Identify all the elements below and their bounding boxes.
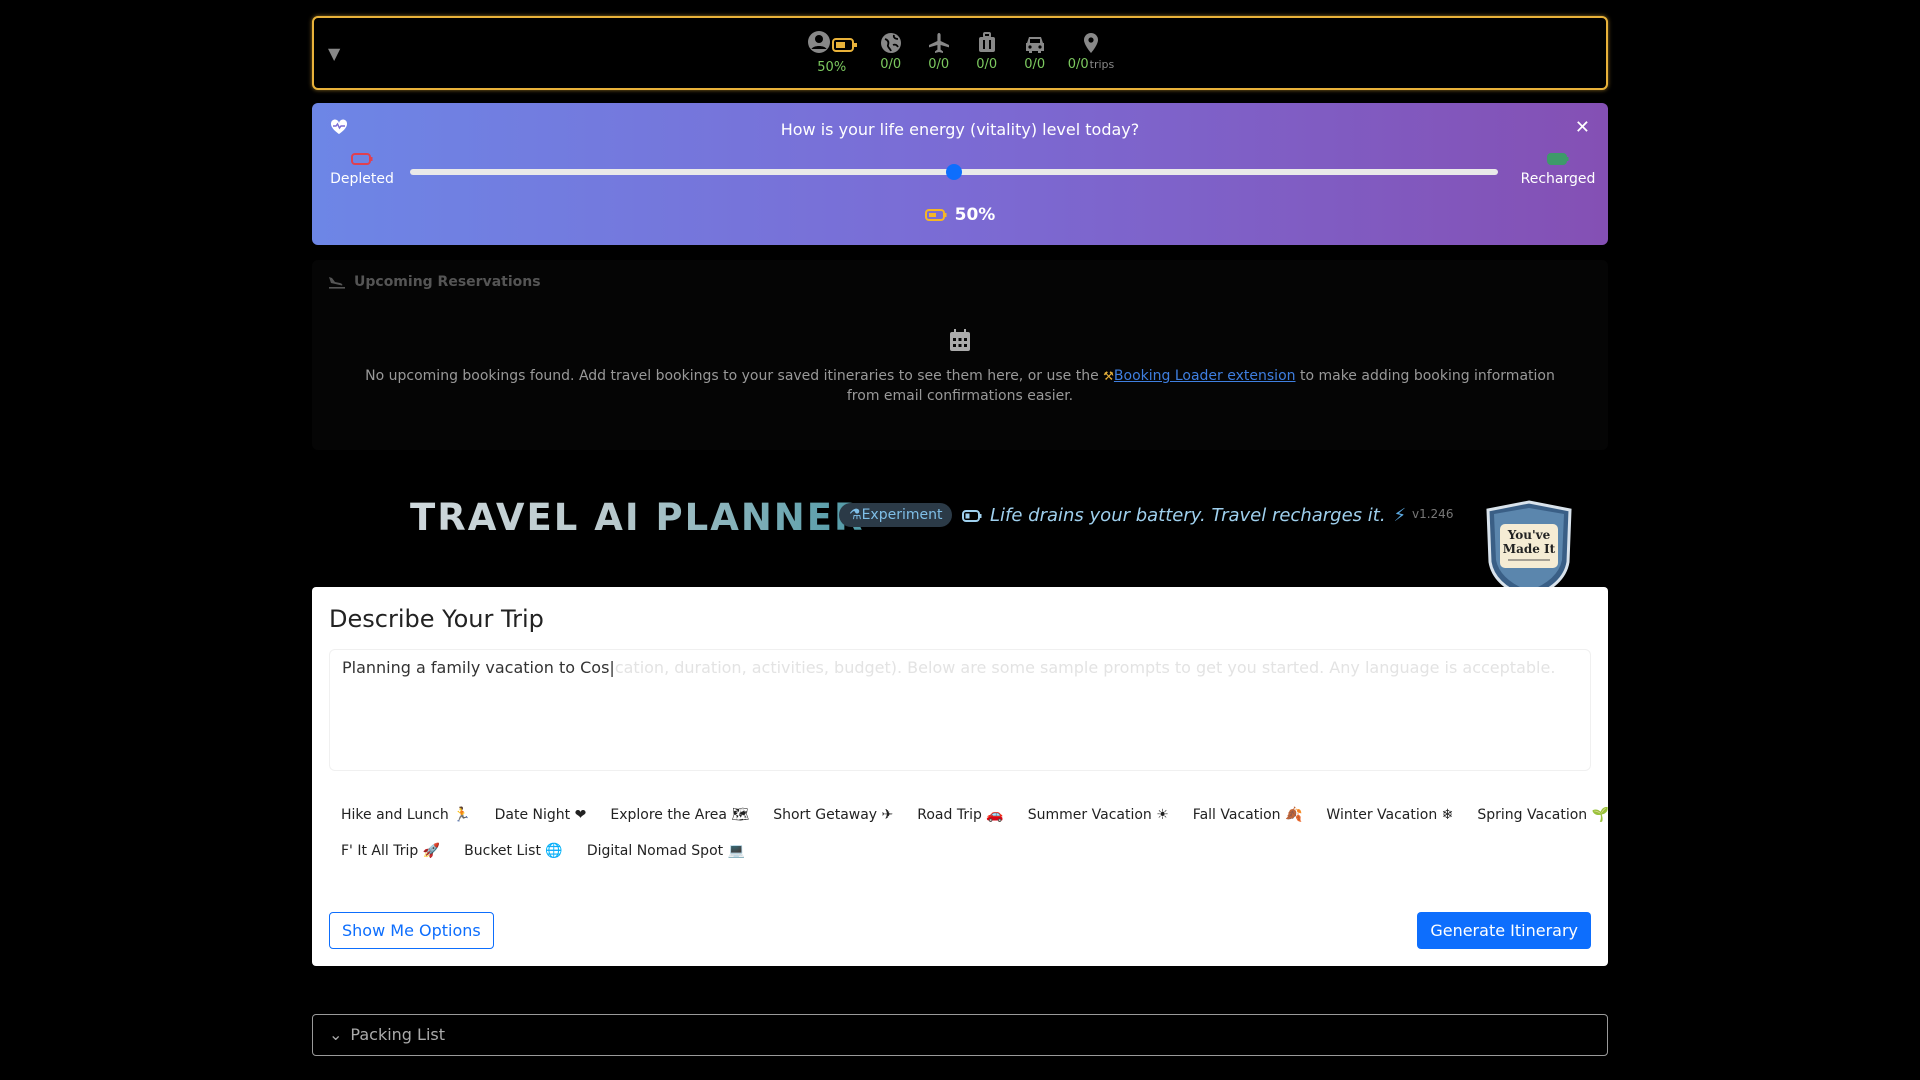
flask-icon: ⚗ (849, 507, 862, 523)
describe-trip-card: Describe Your Trip Planning a family vac… (312, 587, 1609, 966)
reservations-panel: Upcoming Reservations No upcoming bookin… (312, 260, 1608, 450)
countries-count: 0/0 (880, 57, 902, 72)
battery-empty-icon (351, 153, 373, 165)
battery-half-icon (831, 38, 857, 52)
sample-prompts: Hike and Lunch 🏃 Date Night ❤ Explore the … (329, 804, 1609, 876)
stats-bar: ▼ 50% 0/0 0/0 0/0 0/0 0/0trips (312, 16, 1608, 90)
depleted-end[interactable]: Depleted (322, 153, 402, 187)
sample-prompt-chip[interactable]: Summer Vacation ☀ (1016, 804, 1181, 826)
battery-low-icon (962, 509, 982, 522)
vitality-level: 50% (312, 205, 1608, 225)
trip-description-input[interactable]: Planning a family vacation to Cos|cation… (329, 649, 1591, 771)
packing-list-label: Packing List (350, 1025, 445, 1044)
car-icon (1025, 37, 1044, 53)
booking-loader-link[interactable]: Booking Loader extension (1114, 368, 1296, 384)
no-bookings-message: No upcoming bookings found. Add travel b… (365, 368, 1555, 404)
trips-suffix: trips (1089, 58, 1115, 71)
depleted-label: Depleted (330, 171, 394, 187)
vitality-slider[interactable] (410, 164, 1498, 180)
trips-stat[interactable]: 0/0trips (1067, 28, 1115, 75)
sample-prompt-chip[interactable]: Explore the Area 🗺 (598, 804, 761, 826)
globe-icon (880, 33, 901, 53)
flights-stat[interactable]: 0/0 (924, 28, 954, 75)
trips-count: 0/0trips (1067, 57, 1115, 72)
sample-prompt-chip[interactable]: Spring Vacation 🌱 (1465, 804, 1621, 826)
version-label: v1.246 (1412, 507, 1454, 521)
sample-prompt-chip[interactable]: Hike and Lunch 🏃 (329, 804, 483, 826)
sample-prompt-chip[interactable]: Short Getaway ✈ (761, 804, 905, 826)
svg-text:Made It: Made It (1503, 542, 1556, 556)
show-options-button[interactable]: Show Me Options (329, 912, 494, 949)
flights-count: 0/0 (928, 57, 950, 72)
cars-count: 0/0 (1024, 57, 1046, 72)
plane-landing-icon (329, 277, 345, 289)
app-header: TRAVEL AI PLANNER ⚗Experiment Life drain… (312, 490, 1608, 600)
vitality-slider-thumb[interactable] (946, 164, 962, 180)
packing-list-accordion[interactable]: ⌄ Packing List (312, 1014, 1608, 1056)
app-title: TRAVEL AI PLANNER (410, 496, 865, 539)
sample-prompt-chip[interactable]: Date Night ❤ (483, 804, 599, 826)
close-icon[interactable]: ✕ (1575, 117, 1590, 138)
sample-prompt-chip[interactable]: Bucket List 🌐 (452, 840, 575, 862)
sample-prompt-chip[interactable]: Winter Vacation ❄ (1314, 804, 1465, 826)
lightning-icon: ⚡ (1393, 505, 1407, 526)
experiment-badge: ⚗Experiment (839, 503, 953, 527)
sample-prompt-chip[interactable]: F' It All Trip 🚀 (329, 840, 452, 862)
sample-prompt-chip[interactable]: Road Trip 🚗 (905, 804, 1016, 826)
vitality-panel: How is your life energy (vitality) level… (312, 103, 1608, 245)
vitality-question: How is your life energy (vitality) level… (780, 120, 1140, 139)
airplane-icon (928, 33, 949, 53)
user-avatar-icon (807, 31, 830, 53)
generate-itinerary-button[interactable]: Generate Itinerary (1417, 912, 1591, 949)
tagline: Life drains your battery. Travel recharg… (962, 505, 1406, 526)
recharged-label: Recharged (1520, 171, 1596, 187)
calendar-icon (950, 329, 970, 351)
stays-count: 0/0 (976, 57, 998, 72)
binoculars-icon: ⚒ (1103, 369, 1114, 383)
sample-prompt-chip[interactable]: Fall Vacation 🍂 (1181, 804, 1315, 826)
battery-half-icon (924, 209, 947, 221)
luggage-icon (978, 32, 995, 52)
sample-prompt-chip[interactable]: Digital Nomad Spot 💻 (575, 840, 757, 862)
reservations-heading: Upcoming Reservations (354, 274, 541, 290)
battery-full-icon (1547, 153, 1569, 165)
energy-percent: 50% (817, 60, 847, 75)
reservations-header: Upcoming Reservations (328, 274, 541, 290)
vitality-level-text: 50% (954, 205, 996, 225)
energy-stat: 50% (806, 28, 858, 75)
countries-stat[interactable]: 0/0 (876, 28, 906, 75)
svg-text:You've: You've (1507, 528, 1551, 542)
map-pin-icon (1084, 33, 1098, 53)
chevron-down-icon: ⌄ (329, 1025, 343, 1044)
describe-heading: Describe Your Trip (329, 605, 544, 633)
typed-text: Planning a family vacation to Cos| (342, 658, 615, 677)
recharged-end[interactable]: Recharged (1518, 153, 1598, 187)
cars-stat[interactable]: 0/0 (1020, 28, 1050, 75)
stays-stat[interactable]: 0/0 (972, 28, 1002, 75)
